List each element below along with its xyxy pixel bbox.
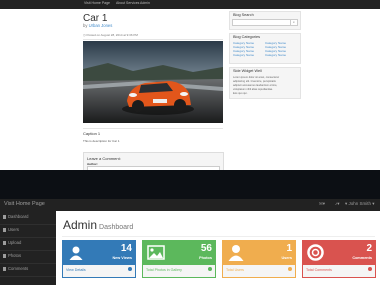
card-count: 14 bbox=[120, 243, 132, 254]
stat-card-users: 1 Users Total Users bbox=[222, 240, 296, 278]
card-caption: Photos bbox=[199, 256, 212, 260]
nav-admin[interactable]: Admin bbox=[140, 1, 150, 5]
sidebar-item-upload[interactable]: Upload bbox=[0, 237, 56, 251]
admin-sidebar: Dashboard Users Upload Photos Comments bbox=[0, 211, 56, 285]
card-count: 56 bbox=[200, 243, 212, 254]
divider bbox=[83, 128, 223, 129]
blog-screenshot: Visit Home Page About Services Admin Car… bbox=[0, 0, 380, 170]
card-link[interactable]: View Details bbox=[66, 268, 86, 272]
sidebar-item-photos[interactable]: Photos bbox=[0, 250, 56, 264]
arrow-circle-right-icon[interactable] bbox=[128, 267, 132, 271]
stat-card-views: 14 New Views View Details bbox=[62, 240, 136, 278]
post-byline: by Urban Jones bbox=[83, 23, 113, 28]
card-link[interactable]: Total Photos in Gallery bbox=[146, 268, 182, 272]
card-footer[interactable]: Total Comments bbox=[303, 265, 375, 277]
admin-brand-link[interactable]: Visit Home Page bbox=[4, 201, 45, 207]
side-widget-text: voluptatum nihil alias repudiandae. bbox=[233, 88, 273, 91]
page-subtitle: Dashboard bbox=[99, 224, 134, 231]
blog-search-title: Blog Search bbox=[233, 13, 254, 17]
stat-card-photos: 56 Photos Total Photos in Gallery bbox=[142, 240, 216, 278]
side-widget-title: Side Widget Well bbox=[233, 69, 262, 73]
side-widget-text: adipisicing elit. Inventore, perspiciati… bbox=[233, 80, 276, 83]
sidebar-item-users[interactable]: Users bbox=[0, 224, 56, 238]
nav-about[interactable]: About bbox=[116, 1, 125, 5]
photo-description: This is description for Car 1 bbox=[83, 139, 120, 143]
stat-card-comments: 2 Comments Total Comments bbox=[302, 240, 376, 278]
post-date: ◷ Posted on August 28, 2014 at 9:36 PM bbox=[83, 33, 138, 37]
side-widget-text: Lorem ipsum dolor sit amet, consectetur bbox=[233, 76, 280, 79]
card-link[interactable]: Total Users bbox=[226, 268, 244, 272]
blog-search-input[interactable] bbox=[232, 19, 292, 26]
nav-services[interactable]: Services bbox=[126, 1, 139, 5]
blog-brand-link[interactable]: Visit Home Page bbox=[84, 1, 110, 5]
photos-icon bbox=[3, 254, 6, 258]
user-menu[interactable]: ▾ John Smith ▾ bbox=[345, 201, 375, 207]
card-header: 14 New Views bbox=[63, 241, 135, 265]
arrow-circle-right-icon[interactable] bbox=[368, 267, 372, 271]
arrow-circle-right-icon[interactable] bbox=[208, 267, 212, 271]
author-link[interactable]: Urban Jones bbox=[89, 23, 113, 28]
card-caption: New Views bbox=[112, 256, 132, 260]
arrow-circle-right-icon[interactable] bbox=[288, 267, 292, 271]
upload-icon bbox=[3, 241, 6, 245]
card-header: 2 Comments bbox=[303, 241, 375, 265]
blog-navbar: Visit Home Page About Services Admin bbox=[0, 0, 380, 9]
screenshot-separator bbox=[0, 170, 380, 200]
search-icon[interactable]: ⌕ bbox=[290, 19, 298, 26]
blog-categories-title: Blog Categories bbox=[233, 35, 261, 39]
photo-icon bbox=[147, 245, 165, 260]
envelope-icon[interactable]: ✉▾ bbox=[319, 201, 325, 207]
bell-icon[interactable]: ♪▾ bbox=[335, 201, 340, 207]
comments-icon bbox=[3, 267, 6, 271]
card-footer[interactable]: View Details bbox=[63, 265, 135, 277]
dashboard-icon bbox=[3, 215, 6, 219]
card-caption: Comments bbox=[352, 256, 372, 260]
sidebar-item-dashboard[interactable]: Dashboard bbox=[0, 211, 56, 225]
category-link[interactable]: Category Name bbox=[265, 53, 286, 57]
comment-form-title: Leave a Comment: bbox=[87, 156, 121, 161]
post-image bbox=[83, 41, 223, 123]
users-icon bbox=[69, 246, 83, 260]
card-footer[interactable]: Total Users bbox=[223, 265, 295, 277]
category-link[interactable]: Category Name bbox=[233, 53, 254, 57]
page-title: Admin Dashboard bbox=[63, 218, 134, 232]
users-icon bbox=[3, 228, 6, 232]
card-count: 2 bbox=[366, 243, 372, 254]
card-header: 1 Users bbox=[223, 241, 295, 265]
card-count: 1 bbox=[286, 243, 292, 254]
divider bbox=[62, 236, 375, 237]
card-header: 56 Photos bbox=[143, 241, 215, 265]
side-widget-text: Eos quo qui. bbox=[233, 92, 248, 95]
sidebar-item-comments[interactable]: Comments bbox=[0, 263, 56, 277]
user-icon bbox=[228, 245, 244, 261]
card-link[interactable]: Total Comments bbox=[306, 268, 332, 272]
card-footer[interactable]: Total Photos in Gallery bbox=[143, 265, 215, 277]
divider bbox=[83, 38, 223, 40]
card-caption: Users bbox=[281, 256, 292, 260]
photo-caption: Caption 1 bbox=[83, 131, 101, 136]
life-ring-icon bbox=[307, 244, 324, 261]
side-widget-text: adipisci accusamus laudantium errore, bbox=[233, 84, 278, 87]
